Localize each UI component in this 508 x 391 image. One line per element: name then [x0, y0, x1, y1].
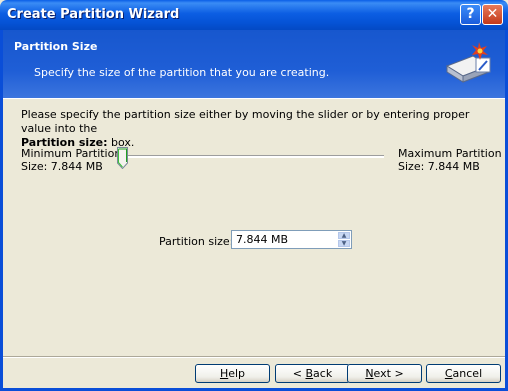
question-icon: ?: [466, 6, 475, 22]
close-title-button[interactable]: ✕: [482, 4, 503, 25]
cancel-mnemonic: C: [444, 367, 453, 380]
back-pre: <: [292, 367, 306, 380]
button-separator: [3, 356, 505, 358]
wizard-header: Partition Size Specify the size of the p…: [3, 30, 505, 98]
next-button[interactable]: Next >: [347, 364, 422, 383]
max-label-line2: Size: 7.844 MB: [398, 160, 480, 173]
disk-wizard-icon: [445, 42, 491, 83]
cancel-post: ancel: [452, 367, 483, 380]
maximum-partition-label: Maximum Partition Size: 7.844 MB: [398, 147, 502, 173]
help-title-button[interactable]: ?: [460, 4, 481, 25]
title-bar[interactable]: Create Partition Wizard ? ✕: [0, 0, 508, 30]
close-icon: ✕: [486, 6, 499, 22]
spin-up-icon[interactable]: ▲: [338, 232, 350, 239]
help-button[interactable]: Help: [195, 364, 270, 383]
partition-size-label: Partition size:: [159, 235, 234, 248]
window-title: Create Partition Wizard: [7, 7, 180, 22]
header-title: Partition Size: [14, 40, 98, 53]
header-subtitle: Specify the size of the partition that y…: [34, 66, 330, 79]
instruction-part1: Please specify the partition size either…: [21, 108, 470, 135]
back-button[interactable]: < Back: [275, 364, 350, 383]
header-separator: [3, 98, 505, 99]
minimum-partition-label: Minimum Partition Size: 7.844 MB: [21, 147, 121, 173]
next-mnemonic: N: [365, 367, 374, 380]
back-mnemonic: B: [305, 367, 314, 380]
create-partition-wizard-window: Create Partition Wizard ? ✕ Partition Si…: [0, 0, 508, 391]
partition-size-value[interactable]: 7.844 MB: [236, 233, 288, 246]
partition-size-slider-track[interactable]: [118, 155, 384, 158]
spin-down-icon[interactable]: ▼: [338, 240, 350, 247]
partition-size-slider-thumb[interactable]: [117, 147, 128, 169]
help-post: elp: [228, 367, 246, 380]
partition-size-spinner[interactable]: ▲ ▼: [338, 232, 350, 247]
instruction-text: Please specify the partition size either…: [21, 108, 491, 150]
help-mnemonic: H: [219, 367, 229, 380]
next-post: ext >: [373, 367, 404, 380]
max-label-line1: Maximum Partition: [398, 147, 502, 160]
cancel-button[interactable]: Cancel: [426, 364, 501, 383]
back-post: ack: [313, 367, 333, 380]
min-label-line1: Minimum Partition: [21, 147, 122, 160]
partition-size-input[interactable]: 7.844 MB ▲ ▼: [231, 230, 352, 249]
min-label-line2: Size: 7.844 MB: [21, 160, 103, 173]
